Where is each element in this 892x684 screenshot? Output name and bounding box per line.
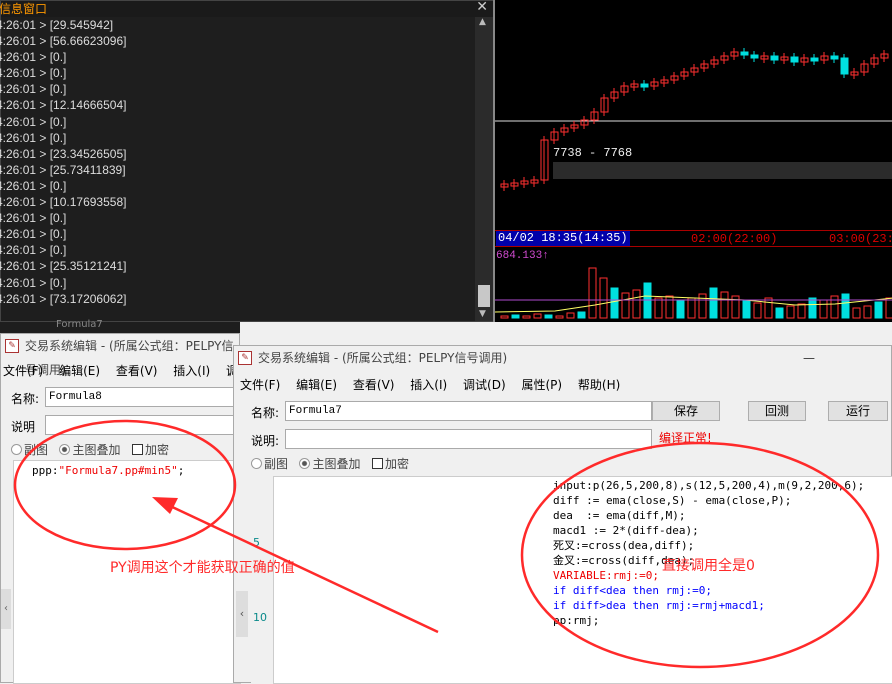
- annotation-layer: [13, 419, 880, 669]
- annotation-left-note: PY调用这个才能获取正确的值: [110, 560, 295, 576]
- annotation-right-note: 直接调用全是0: [662, 558, 755, 574]
- annotation-arrow-head: [152, 497, 178, 514]
- annotation-ellipse-left: [13, 419, 237, 551]
